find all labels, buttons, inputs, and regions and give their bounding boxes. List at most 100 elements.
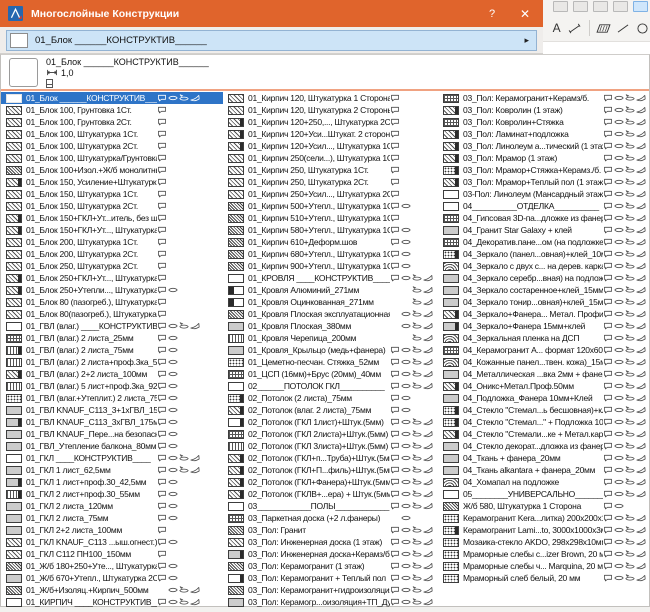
list-item[interactable]: Мраморный слеб белый, 20 мм	[438, 572, 650, 584]
list-item[interactable]: 01_Блок 250, Штукатурка 2Ст.	[1, 260, 223, 272]
toolbar-mini-icon[interactable]	[613, 1, 628, 12]
list-item[interactable]: 02_Потолок (влаг. 2 листа)_75мм	[223, 404, 438, 416]
list-item[interactable]: 01_Кирпич 900+Утепл., Штукатурка 1Ст.	[223, 260, 438, 272]
list-item[interactable]: 01_Блок 100, Штукатурка/Грунтовка 2Ст.	[1, 152, 223, 164]
list-item[interactable]: 04_Стекло "Стемал...ь бесшовная)+клей	[438, 404, 650, 416]
list-item[interactable]: 03_Пол: Ламинат+подложка	[438, 128, 650, 140]
list-item[interactable]: 01_Кирпич 120+250,..., Штукатурка 2Ст.	[223, 116, 438, 128]
list-item[interactable]: 03_Пол: Инженерная доска (1 этаж)	[223, 536, 438, 548]
list-item[interactable]: 01_Кирпич 120+Уси...Штукат. 2 стороны	[223, 128, 438, 140]
list-item[interactable]: 03_Пол: Мрамор (1 этаж)	[438, 152, 650, 164]
list-item[interactable]: 04_Ткань alkantara + фанера_20мм	[438, 464, 650, 476]
list-item[interactable]: 01_Блок 150, Штукатурка 2Ст.	[1, 200, 223, 212]
list-item[interactable]: 01_ГКЛ 1 лист_62,5мм	[1, 464, 223, 476]
list-item[interactable]: 01_Кирпич 120+Усил..., Штукатурка 1Ст.	[223, 140, 438, 152]
list-item[interactable]: 04_Кожанные панел...твен. кожа)_15мм	[438, 356, 650, 368]
list-item[interactable]: 01_КРОВЛЯ ____КОНСТРУКТИВ____	[223, 272, 438, 284]
list-item[interactable]: 01_ГВЛ_Утепление балкона_80мм	[1, 440, 223, 452]
list-item[interactable]: 02_Потолок (ГКЛ+Фанера)+Штук.(5мм)	[223, 476, 438, 488]
list-item[interactable]: 01_ГВЛ KNAUF_C113_3хГВЛ_175мм	[1, 416, 223, 428]
list-item[interactable]: 01_Кровля Оцинкованная_271мм	[223, 296, 438, 308]
list-item[interactable]: 01_Блок 150+ГКЛ+Ут..., Штукатурка 1Ст.	[1, 224, 223, 236]
list-item[interactable]: 02_Потолок (ГКЛ 2листа)+Штук.(5мм)	[223, 428, 438, 440]
list-item[interactable]: 04_Стекло "Стемал..." + Подложка 10мм	[438, 416, 650, 428]
list-item[interactable]: Мозаика-стекло AKDO, 298x298x10мм	[438, 536, 650, 548]
list-item[interactable]: Керамогранит Kera...литка) 200x200x10	[438, 512, 650, 524]
list-item[interactable]: 01_ГКЛ 2+2 листа_100мм	[1, 524, 223, 536]
list-item[interactable]: 03_Пол: Ковролин+Стяжка	[438, 116, 650, 128]
list-item[interactable]: 01_Кирпич 250(сели...), Штукатурка 1Ст.	[223, 152, 438, 164]
list-item[interactable]: 01_Ж/б+Изоляц.+Кирпич_500мм	[1, 584, 223, 596]
list-item[interactable]: 03_Пол: Мрамор+Стяжка+Керамз./б.	[438, 164, 650, 176]
list-item[interactable]: 02______ПОТОЛОК ГКЛ__________	[223, 380, 438, 392]
list-item[interactable]: 01_ГВЛ KNAUF_Пере...на безопасности»	[1, 428, 223, 440]
list-item[interactable]: 01_Кровля Алюминий_271мм	[223, 284, 438, 296]
list-item[interactable]: Ж/б 580, Штукатурка 1 Сторона	[438, 500, 650, 512]
list-item[interactable]: 01_Блок 150, Штукатурка 1Ст.	[1, 188, 223, 200]
list-item[interactable]: 01_Блок 100, Штукатурка 1Ст.	[1, 128, 223, 140]
list-item[interactable]: 01_Кирпич 680+Утепл., Штукатурка 1Ст.	[223, 248, 438, 260]
list-item[interactable]: 01_ГВЛ (влаг.) 2 листа+проф.3ка_55мм	[1, 356, 223, 368]
close-button[interactable]: ✕	[507, 0, 543, 27]
list-item[interactable]: 03_Пол: Линолеум а...тический (1 этаж)	[438, 140, 650, 152]
list-item[interactable]: 01_Кирпич 120, Штукатурка 1 Сторона	[223, 92, 438, 104]
list-item[interactable]: 01_Блок 100+Изол.+Ж/б монолитный	[1, 164, 223, 176]
list-item[interactable]: 03_Паркетная доска (+2 л.фанеры)	[223, 512, 438, 524]
list-item[interactable]: 03_Пол: Керамогранит+Керамз/б.	[438, 92, 650, 104]
toolbar-mini-icon[interactable]	[573, 1, 588, 12]
list-item[interactable]: 01_ГВЛ (влаг.) 2 листа_25мм	[1, 332, 223, 344]
list-item[interactable]: 04_Керамогранит А... формат 120х60см	[438, 344, 650, 356]
line-tool-icon[interactable]	[616, 20, 631, 37]
list-item[interactable]: 01_Кирпич 250+Усил..., Штукатурка 2Ст.	[223, 188, 438, 200]
list-item[interactable]: 01_Кирпич 610+Деформ.шов	[223, 236, 438, 248]
list-item[interactable]: 01_Блок 250+Утепли..., Штукатурка 1Ст.	[1, 284, 223, 296]
list-item[interactable]: 01_ГКЛ 1 лист+проф.30_42,5мм	[1, 476, 223, 488]
list-item[interactable]: 01_ГВЛ (влаг.) ____КОНСТРУКТИВ____	[1, 320, 223, 332]
list-item[interactable]: 01_ГКЛ 2 листа_120мм	[1, 500, 223, 512]
list-item[interactable]: 02_Потолок (2 листа)_75мм	[223, 392, 438, 404]
list-item[interactable]: 01_ГКЛ 2 листа_75мм	[1, 512, 223, 524]
toolbar-mini-icon[interactable]	[553, 1, 568, 12]
list-item[interactable]: 01_Блок 100, Грунтовка 2Ст.	[1, 116, 223, 128]
list-item[interactable]: 04_Зеркало серебр...вная) на подложке	[438, 272, 650, 284]
list-item[interactable]: 01_Блок 100, Штукатурка 2Ст.	[1, 140, 223, 152]
list-item[interactable]: 04_Зеркало состаренное+клей_15мм	[438, 284, 650, 296]
list-item[interactable]: 01_ГВЛ KNAUF_C113_3+1хГВЛ_150мм	[1, 404, 223, 416]
list-item[interactable]: 03_Пол: Мрамор+Теплый пол (1 этаж)	[438, 176, 650, 188]
list-item[interactable]: 04_Зеркало тонир...овная)+клей_15мм	[438, 296, 650, 308]
list-item[interactable]: 04__________ОТДЕЛКА__________	[438, 200, 650, 212]
toolbar-mini-icon-active[interactable]	[633, 1, 648, 12]
list-item[interactable]: 01_Кирпич 250, Штукатурка 2Ст.	[223, 176, 438, 188]
list-item[interactable]: 01_Кирпич 500+Утепл., Штукатурка 1Ст.	[223, 200, 438, 212]
toolbar-mini-icon[interactable]	[593, 1, 608, 12]
list-item[interactable]: Керамогранит Lami...to, 3000x1000x3мм	[438, 524, 650, 536]
list-item[interactable]: 01_Блок 250+ГКЛ+Ут..., Штукатурка 1Ст.	[1, 272, 223, 284]
list-item[interactable]: 03_Пол: Керамогранит + Теплый пол	[223, 572, 438, 584]
list-item[interactable]: 04_Оникс+Метал.Проф.50мм	[438, 380, 650, 392]
list-item[interactable]: 03_Пол: Ковролин (1 этаж)	[438, 104, 650, 116]
list-item[interactable]: 02_Потолок (ГКЛ 3листа)+Штук.(5мм)	[223, 440, 438, 452]
list-item[interactable]: Мраморные слебы c...izer Brown, 20 мм	[438, 548, 650, 560]
list-item[interactable]: 01_Кровля Черепица_200мм	[223, 332, 438, 344]
dimension-tool-icon[interactable]	[568, 20, 583, 37]
list-item[interactable]: 04_Гипсовая 3D-па...дложке из фанеры	[438, 212, 650, 224]
list-item-selected[interactable]: 01_Блок ______КОНСТРУКТИВ______	[1, 92, 223, 104]
fill-tool-icon[interactable]	[596, 20, 611, 37]
list-item[interactable]: 01_Цеметно-песчан. Стяжка_52мм	[223, 356, 438, 368]
list-item[interactable]: 04_Зеркало+Фанера 15мм+клей	[438, 320, 650, 332]
list-item[interactable]: 01_Блок 80 (пазогреб.), Штукатурка 2Ст.	[1, 296, 223, 308]
list-item[interactable]: 01_ГКЛ ____КОНСТРУКТИВ____	[1, 452, 223, 464]
list-item[interactable]: 01_Блок 150+ГКЛ+Ут...итель, без штукат.	[1, 212, 223, 224]
text-tool-icon[interactable]: A	[549, 20, 564, 37]
list-item[interactable]: 01_Блок 80(пазогреб.), Штукатурка 1Ст.	[1, 308, 223, 320]
list-item[interactable]: 01_Кровля Плоская_380мм	[223, 320, 438, 332]
list-item[interactable]: 02_Потолок (ГКЛ+п...Труба)+Штук.(5мм)	[223, 452, 438, 464]
list-item[interactable]: 01_Блок 200, Штукатурка 2Ст.	[1, 248, 223, 260]
list-item[interactable]: 04_Декоратив.пане...ом (на подложке)	[438, 236, 650, 248]
list-item[interactable]: 01_ЦСП (16мм)+Брус (20мм)_40мм	[223, 368, 438, 380]
list-item[interactable]: 01_Кирпич 250, Штукатурка 1Ст.	[223, 164, 438, 176]
list-item[interactable]: 03_Пол: Керамогранит (1 этаж)	[223, 560, 438, 572]
list-item[interactable]: 04_Зеркальная пленка на ДСП	[438, 332, 650, 344]
list-item[interactable]: 04_Зеркало (панел...овная)+клей_10мм	[438, 248, 650, 260]
list-item[interactable]: 01_ГВЛ (влаг.) 2+2 листа_100мм	[1, 368, 223, 380]
